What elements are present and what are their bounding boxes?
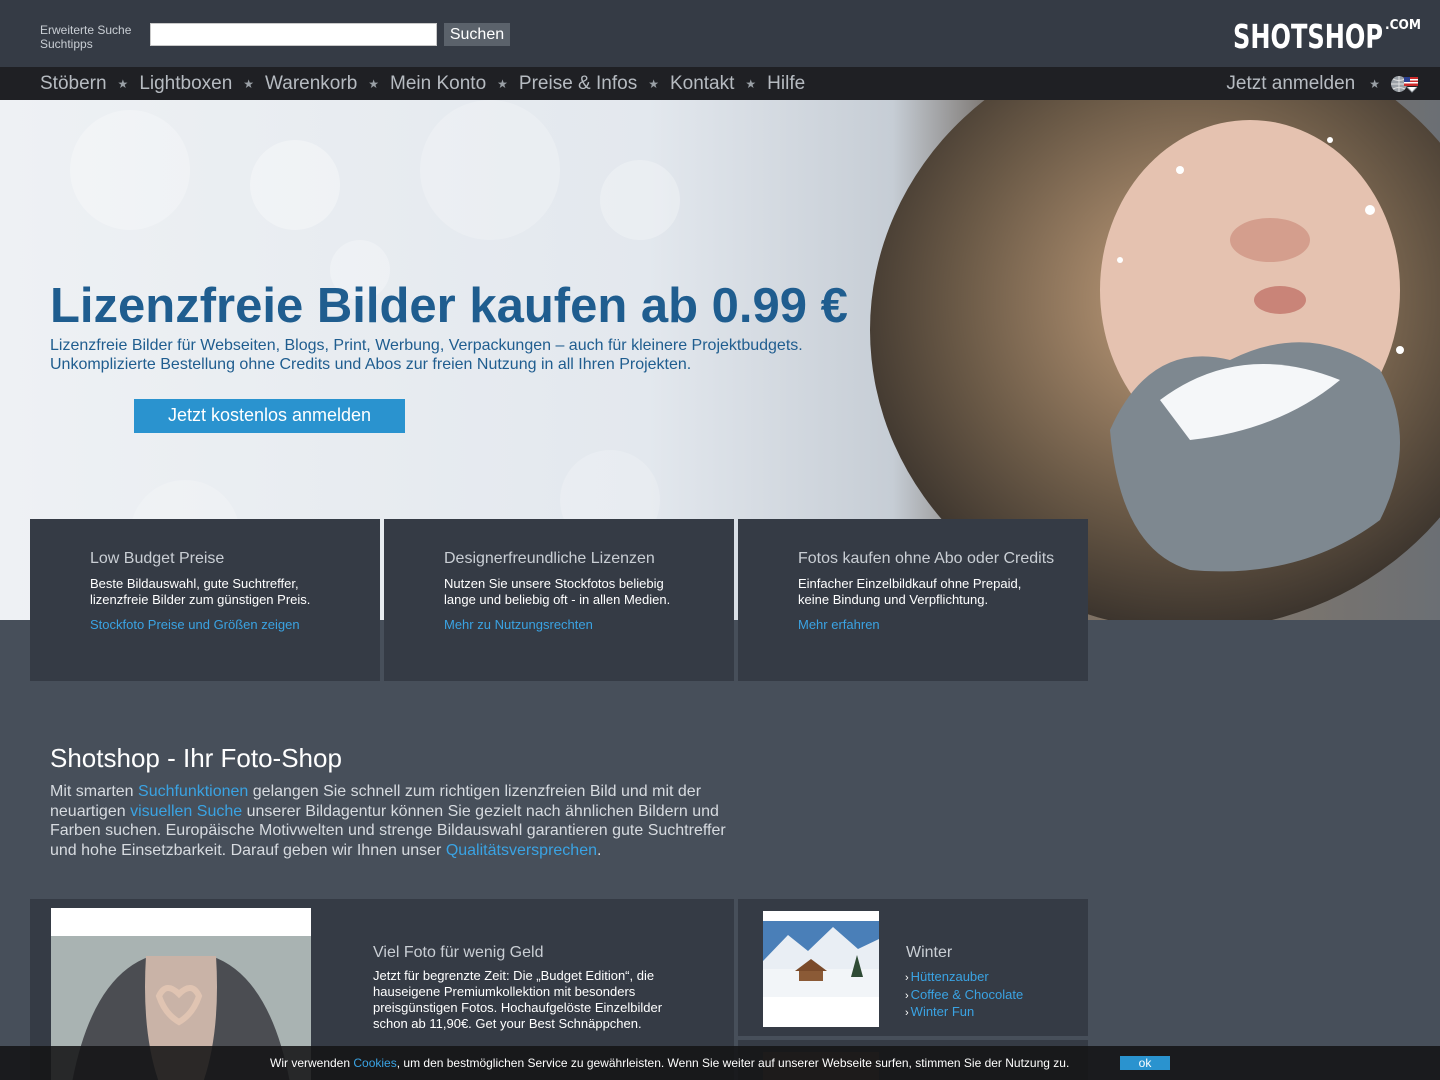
feature-text-line: Einfacher Einzelbildkauf ohne Prepaid, xyxy=(798,576,1022,591)
promo-text-line: hauseigene Premiumkollektion mit besonde… xyxy=(373,984,636,999)
hero-subtitle-line: Unkomplizierte Bestellung ohne Credits u… xyxy=(50,356,692,373)
hero-subtitle-line: Lizenzfreie Bilder für Webseiten, Blogs,… xyxy=(50,337,803,354)
cookie-text: Wir verwenden xyxy=(270,1056,354,1070)
promo-title: Viel Foto für wenig Geld xyxy=(373,944,544,961)
winter-link-label: Coffee & Chocolate xyxy=(910,986,1024,1002)
feature-text: Nutzen Sie unsere Stockfotos beliebig lan… xyxy=(444,576,704,608)
search-functions-link[interactable]: Suchfunktionen xyxy=(138,783,248,800)
feature-text-line: lange und beliebig oft - in allen Medien… xyxy=(444,592,671,607)
promo-text-line: schon ab 11,90€. Get your Best Schnäppch… xyxy=(373,1016,642,1031)
cookie-message: Wir verwenden Cookies, um den bestmöglic… xyxy=(270,1056,1069,1070)
hero-subtitle: Lizenzfreie Bilder für Webseiten, Blogs,… xyxy=(50,336,803,374)
feature-text: Beste Bildauswahl, gute Suchtreffer, lize… xyxy=(90,576,350,608)
bokeh-decor xyxy=(70,110,190,230)
advanced-search-link[interactable]: Erweiterte Suche xyxy=(40,23,131,37)
feature-title: Low Budget Preise xyxy=(90,550,225,567)
feature-link[interactable]: Stockfoto Preise und Größen zeigen xyxy=(90,617,300,632)
feature-title: Designerfreundliche Lizenzen xyxy=(444,550,655,567)
logo-suffix: .COM xyxy=(1385,18,1421,33)
star-separator-icon: ★ xyxy=(243,76,255,91)
feature-text-line: lizenzfreie Bilder zum günstigen Preis. xyxy=(90,592,311,607)
search-input[interactable] xyxy=(150,23,437,46)
feature-text: Einfacher Einzelbildkauf ohne Prepaid, ke… xyxy=(798,576,1058,608)
feature-box-licenses: Designerfreundliche Lizenzen Nutzen Sie … xyxy=(384,519,734,681)
winter-links: › Hüttenzauber › Coffee & Chocolate › Winte… xyxy=(905,969,1023,1022)
feature-text-line: Nutzen Sie unsere Stockfotos beliebig xyxy=(444,576,664,591)
bokeh-decor xyxy=(250,140,340,230)
promo-text: Jetzt für begrenzte Zeit: Die „Budget Ed… xyxy=(373,968,673,1032)
top-header: Erweiterte Suche Suchtipps Suchen SHOTSH… xyxy=(0,0,1440,67)
search-help-links: Erweiterte Suche Suchtipps xyxy=(40,23,131,51)
bokeh-decor xyxy=(600,160,680,240)
feature-box-no-subscription: Fotos kaufen ohne Abo oder Credits Einfa… xyxy=(738,519,1088,681)
shotshop-logo[interactable]: SHOTSHOP .COM xyxy=(1233,14,1421,54)
nav-item-hilfe[interactable]: Hilfe xyxy=(767,73,805,95)
nav-item-lightboxen[interactable]: Lightboxen xyxy=(139,73,232,95)
winter-link[interactable]: › Hüttenzauber xyxy=(905,969,1023,987)
nav-item-warenkorb[interactable]: Warenkorb xyxy=(265,73,357,95)
visual-search-link[interactable]: visuellen Suche xyxy=(130,803,242,820)
feature-link[interactable]: Mehr erfahren xyxy=(798,617,880,632)
winter-link[interactable]: › Winter Fun xyxy=(905,1004,1023,1022)
promo-text-line: preisgünstigen Fotos. Hochaufgelöste Ein… xyxy=(373,1000,663,1015)
feature-title: Fotos kaufen ohne Abo oder Credits xyxy=(798,550,1055,567)
winter-title: Winter xyxy=(906,944,953,961)
feature-text-line: Beste Bildauswahl, gute Suchtreffer, xyxy=(90,576,299,591)
nav-right: Jetzt anmelden ★ xyxy=(1226,67,1420,100)
star-separator-icon: ★ xyxy=(1369,76,1380,91)
intro-text: Mit smarten xyxy=(50,783,139,800)
winter-link[interactable]: › Coffee & Chocolate xyxy=(905,987,1023,1005)
chevron-right-icon: › xyxy=(905,989,909,1002)
chevron-right-icon: › xyxy=(905,972,909,984)
logo-text: SHOTSHOP xyxy=(1233,17,1383,54)
quality-promise-link[interactable]: Qualitätsversprechen xyxy=(446,842,597,859)
section-title: Shotshop - Ihr Foto-Shop xyxy=(50,743,342,773)
search-button[interactable]: Suchen xyxy=(444,23,510,46)
star-separator-icon: ★ xyxy=(368,76,380,91)
intro-text: . xyxy=(597,841,602,859)
bokeh-decor xyxy=(420,100,560,240)
main-nav-bar: Stöbern ★ Lightboxen ★ Warenkorb ★ Mein … xyxy=(0,67,1440,100)
login-link[interactable]: Jetzt anmelden xyxy=(1226,73,1355,95)
promo-text-line: Jetzt für begrenzte Zeit: Die „Budget Ed… xyxy=(373,968,655,983)
star-separator-icon: ★ xyxy=(648,76,659,91)
star-separator-icon: ★ xyxy=(117,76,129,91)
cookie-banner: Wir verwenden Cookies, um den bestmöglic… xyxy=(0,1046,1440,1080)
winter-cabin-photo xyxy=(763,921,879,997)
chevron-right-icon: › xyxy=(905,1007,909,1019)
intro-paragraph: Mit smarten Suchfunktionen gelangen Sie … xyxy=(50,782,740,860)
cookie-ok-button[interactable]: ok xyxy=(1120,1056,1170,1070)
nav-item-mein-konto[interactable]: Mein Konto xyxy=(390,73,486,95)
winter-collection-panel: Winter › Hüttenzauber › Coffee & Chocolate… xyxy=(738,899,1088,1036)
nav-item-preise-infos[interactable]: Preise & Infos xyxy=(519,73,637,95)
feature-link[interactable]: Mehr zu Nutzungsrechten xyxy=(444,617,593,632)
cookies-link[interactable]: Cookies xyxy=(353,1056,396,1070)
hero-title: Lizenzfreie Bilder kaufen ab 0.99 € xyxy=(50,279,848,333)
star-separator-icon: ★ xyxy=(745,76,757,91)
main-nav: Stöbern ★ Lightboxen ★ Warenkorb ★ Mein … xyxy=(40,67,805,100)
register-free-button[interactable]: Jetzt kostenlos anmelden xyxy=(134,399,405,433)
nav-item-kontakt[interactable]: Kontakt xyxy=(670,73,734,95)
nav-item-stoebern[interactable]: Stöbern xyxy=(40,73,107,95)
winter-thumb-frame[interactable] xyxy=(763,911,879,1027)
winter-link-label: Hüttenzauber xyxy=(910,969,989,984)
winter-link-label: Winter Fun xyxy=(910,1004,975,1019)
star-separator-icon: ★ xyxy=(497,76,508,91)
cookie-text: , um den bestmöglichen Service zu gewähr… xyxy=(396,1056,1070,1070)
search-tips-link[interactable]: Suchtipps xyxy=(40,37,131,51)
globe-flag-icon[interactable] xyxy=(1390,75,1420,93)
feature-text-line: keine Bindung und Verpflichtung. xyxy=(798,592,989,607)
feature-box-low-budget: Low Budget Preise Beste Bildauswahl, gut… xyxy=(30,519,380,681)
